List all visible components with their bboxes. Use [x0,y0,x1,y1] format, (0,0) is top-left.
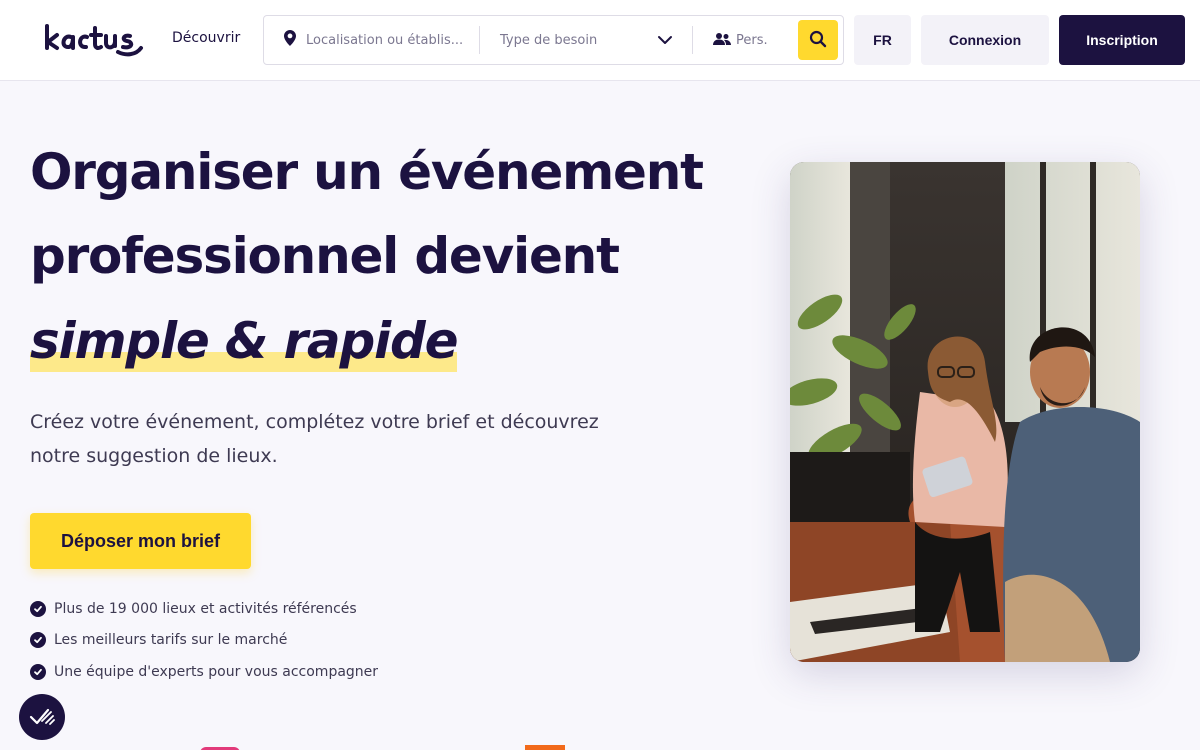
need-type-placeholder: Type de besoin [500,32,598,48]
hero-subtitle: Créez votre événement, complétez votre b… [30,411,599,467]
search-bar: Localisation ou établis... Type de besoi… [263,15,844,65]
language-button[interactable]: FR [854,15,911,65]
feature-item: Plus de 19 000 lieux et activités référe… [30,593,378,625]
login-button[interactable]: Connexion [921,15,1049,65]
check-circle-icon [30,632,46,649]
hero-title-accent: simple & rapide [30,310,458,372]
feature-text: Les meilleurs tarifs sur le marché [54,632,288,649]
hero-photo [790,162,1140,662]
accessibility-icon [29,706,55,729]
search-button[interactable] [798,20,838,60]
check-circle-icon [30,663,46,680]
users-icon [713,31,731,50]
kactus-logo[interactable] [44,22,144,58]
people-placeholder: Pers. [736,32,768,48]
need-type-select[interactable]: Type de besoin [480,16,692,64]
partner-logo [525,745,565,750]
people-count-field[interactable]: Pers. [693,16,793,64]
search-icon [809,30,827,51]
site-header: Découvrir Localisation ou établis... Typ… [0,0,1200,81]
map-pin-icon [284,30,296,50]
feature-text: Plus de 19 000 lieux et activités référe… [54,600,357,617]
feature-item: Les meilleurs tarifs sur le marché [30,625,378,657]
kactus-logo-mark [45,24,143,57]
signup-button[interactable]: Inscription [1059,15,1185,65]
hero-title-line-1: Organiser un événement [30,143,704,201]
location-placeholder: Localisation ou établis... [306,32,464,48]
nav-discover-link[interactable]: Découvrir [172,30,240,46]
check-circle-icon [30,600,46,617]
feature-list: Plus de 19 000 lieux et activités référe… [30,593,378,688]
partner-logos-strip [0,740,1200,750]
feature-text: Une équipe d'experts pour vous accompagn… [54,663,379,680]
location-field[interactable]: Localisation ou établis... [264,16,479,64]
chevron-down-icon [656,31,674,49]
hero-title: Organiser un événement professionnel dev… [30,130,730,383]
hero-title-line-2: professionnel devient [30,227,620,285]
accessibility-button[interactable] [19,694,65,740]
feature-item: Une équipe d'experts pour vous accompagn… [30,656,378,688]
submit-brief-button[interactable]: Déposer mon brief [30,513,251,569]
hero-photo-illustration [790,162,1140,662]
